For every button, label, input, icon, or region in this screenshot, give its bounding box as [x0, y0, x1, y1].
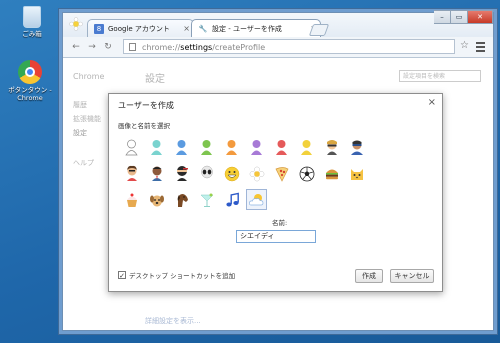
dialog-close-icon[interactable]: × — [428, 97, 436, 108]
avatar-burger-icon[interactable] — [321, 163, 342, 184]
dialog-subtitle: 画像と名前を選択 — [118, 122, 170, 130]
side-item-extensions[interactable]: 拡張機能 — [73, 114, 101, 124]
avatar-row — [121, 189, 426, 210]
menu-icon[interactable] — [476, 42, 485, 54]
address-bar[interactable]: chrome://settings/createProfile — [123, 39, 455, 54]
page-icon — [129, 43, 136, 51]
avatar-cupcake-icon[interactable] — [121, 189, 142, 210]
trash-icon — [23, 6, 41, 28]
name-input[interactable]: シエイディ — [236, 230, 316, 243]
side-item-help[interactable]: ヘルプ — [73, 158, 94, 168]
advanced-settings-link[interactable]: 詳細設定を表示... — [145, 316, 201, 326]
forward-button[interactable]: → — [85, 40, 99, 54]
tab-settings-create-user[interactable]: 🔧 設定 - ユーザーを作成 × — [191, 19, 321, 38]
side-item-settings[interactable]: 設定 — [73, 128, 87, 138]
avatar-soccer-icon[interactable] — [296, 163, 317, 184]
url-scheme: chrome:// — [142, 43, 181, 52]
chrome-shortcut[interactable]: ポタンタウン - Chrome — [2, 60, 58, 102]
avatar-teal-icon[interactable] — [146, 137, 167, 158]
avatar-horse-icon[interactable] — [171, 189, 192, 210]
recycle-bin-label: ごみ箱 — [22, 30, 42, 38]
tab-label: 設定 - ユーザーを作成 — [212, 25, 282, 33]
avatar-orange-icon[interactable] — [221, 137, 242, 158]
google-favicon-icon: 8 — [94, 24, 104, 34]
avatar-businessman-icon[interactable] — [146, 163, 167, 184]
settings-title: 設定 — [145, 74, 165, 85]
reload-button[interactable]: ↻ — [101, 40, 115, 54]
chrome-brand: Chrome — [73, 72, 105, 81]
chrome-shortcut-label: ポタンタウン - Chrome — [8, 86, 52, 102]
chrome-icon — [18, 60, 42, 84]
avatar-volleyball-icon[interactable] — [121, 163, 142, 184]
url-path: /createProfile — [212, 43, 266, 52]
tab-google-account[interactable]: 8 Google アカウント × — [87, 19, 194, 38]
tab-label: Google アカウント — [108, 25, 170, 33]
toolbar: ← → ↻ chrome://settings/createProfile ☆ — [63, 37, 493, 58]
window-controls: – ▭ ✕ — [434, 10, 493, 24]
create-user-dialog: ユーザーを作成 × 画像と名前を選択 名前: シエイディ ✓ デスクトップ ショ… — [108, 93, 443, 292]
avatar-dog-icon[interactable] — [146, 189, 167, 210]
url-host: settings — [180, 43, 213, 52]
avatar-blue-icon[interactable] — [171, 137, 192, 158]
back-button[interactable]: ← — [69, 40, 83, 54]
avatar-cat-icon[interactable] — [346, 163, 367, 184]
avatar-grid — [121, 137, 426, 215]
avatar-alien-icon[interactable] — [196, 163, 217, 184]
avatar-red-icon[interactable] — [271, 137, 292, 158]
avatar-pizza-icon[interactable] — [271, 163, 292, 184]
avatar-sun-cloud-icon[interactable] — [246, 189, 267, 210]
desktop-shortcut-option[interactable]: ✓ デスクトップ ショートカットを追加 — [118, 270, 235, 280]
avatar-margarita-icon[interactable] — [196, 189, 217, 210]
bookmark-star-icon[interactable]: ☆ — [460, 40, 469, 51]
wrench-icon: 🔧 — [198, 25, 208, 33]
recycle-bin-icon[interactable]: ごみ箱 — [4, 6, 60, 38]
name-label: 名前: — [272, 219, 288, 227]
maximize-button[interactable]: ▭ — [451, 10, 468, 24]
avatar-row — [121, 163, 426, 184]
avatar-note-icon[interactable] — [221, 189, 242, 210]
settings-search-input[interactable]: 設定項目を検索 — [399, 70, 481, 82]
avatar-yellow-icon[interactable] — [296, 137, 317, 158]
close-window-button[interactable]: ✕ — [468, 10, 493, 24]
dialog-title: ユーザーを作成 — [118, 101, 174, 110]
desktop-shortcut-checkbox[interactable]: ✓ — [118, 271, 126, 280]
close-tab-icon[interactable]: × — [183, 20, 190, 38]
avatar-flower-icon[interactable] — [246, 163, 267, 184]
avatar-secret-agent-icon[interactable] — [321, 137, 342, 158]
create-button[interactable]: 作成 — [355, 269, 383, 283]
side-item-history[interactable]: 履歴 — [73, 100, 87, 110]
avatar-superhero-icon[interactable] — [346, 137, 367, 158]
avatar-white-icon[interactable] — [121, 137, 142, 158]
avatar-row — [121, 137, 426, 158]
avatar-green-icon[interactable] — [196, 137, 217, 158]
cancel-button[interactable]: キャンセル — [390, 269, 434, 283]
minimize-button[interactable]: – — [434, 10, 451, 24]
new-tab-button[interactable] — [308, 24, 330, 36]
avatar-purple-icon[interactable] — [246, 137, 267, 158]
profile-avatar-icon[interactable] — [69, 17, 83, 31]
desktop-shortcut-label: デスクトップ ショートカットを追加 — [129, 272, 236, 280]
avatar-awesome-icon[interactable] — [221, 163, 242, 184]
avatar-ninja-icon[interactable] — [171, 163, 192, 184]
